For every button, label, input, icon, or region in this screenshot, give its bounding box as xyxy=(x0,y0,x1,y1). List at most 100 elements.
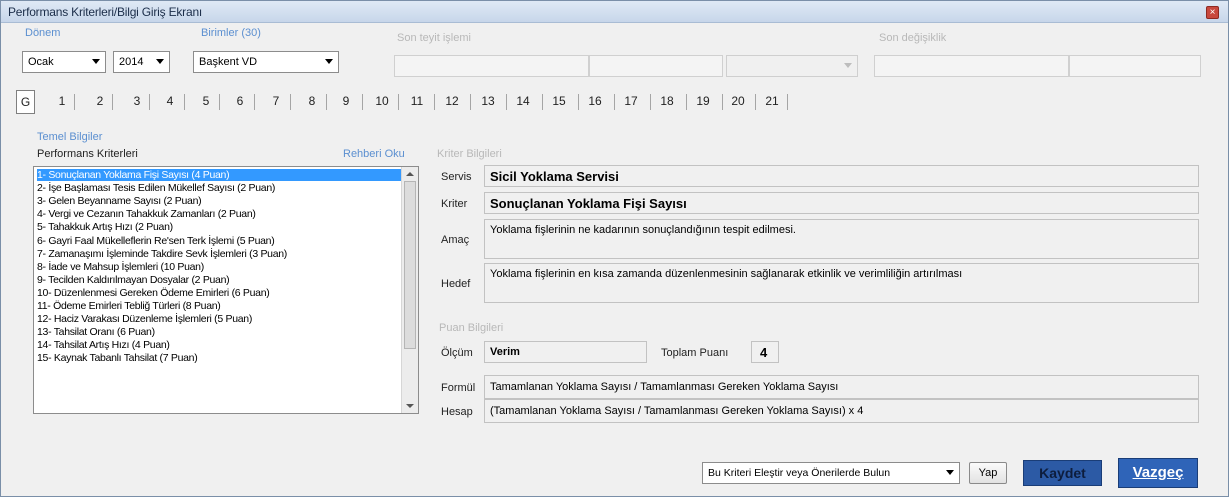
tab-21[interactable]: 21 xyxy=(761,90,783,114)
kriter-bilgileri-label: Kriter Bilgileri xyxy=(437,148,502,160)
olcum-label: Ölçüm xyxy=(441,347,473,359)
tab-divider xyxy=(470,94,471,110)
chevron-down-icon xyxy=(156,59,164,64)
tab-3[interactable]: 3 xyxy=(129,90,145,114)
tab-8[interactable]: 8 xyxy=(304,90,320,114)
tab-18[interactable]: 18 xyxy=(656,90,678,114)
vazgec-button[interactable]: Vazgeç xyxy=(1118,458,1198,488)
tab-divider xyxy=(755,94,756,110)
rehber-link[interactable]: Rehberi Oku xyxy=(343,148,405,160)
list-item[interactable]: 3- Gelen Beyanname Sayısı (2 Puan) xyxy=(37,195,202,207)
tab-divider xyxy=(722,94,723,110)
tab-12[interactable]: 12 xyxy=(441,90,463,114)
tab-7[interactable]: 7 xyxy=(268,90,284,114)
son-degisiklik-field-2 xyxy=(1069,55,1201,77)
tab-13[interactable]: 13 xyxy=(477,90,499,114)
tab-1[interactable]: 1 xyxy=(54,90,70,114)
list-item[interactable]: 15- Kaynak Tabanlı Tahsilat (7 Puan) xyxy=(37,352,198,364)
son-degisiklik-field-1 xyxy=(874,55,1069,77)
chevron-down-icon xyxy=(92,59,100,64)
olcum-value: Verim xyxy=(490,346,520,358)
son-teyit-field-1 xyxy=(394,55,589,77)
performance-criteria-window: Performans Kriterleri/Bilgi Giriş Ekranı… xyxy=(0,0,1229,497)
list-item[interactable]: 6- Gayri Faal Mükelleflerin Re'sen Terk … xyxy=(37,235,275,247)
yap-button[interactable]: Yap xyxy=(969,462,1007,484)
tab-9[interactable]: 9 xyxy=(338,90,354,114)
tab-divider xyxy=(362,94,363,110)
tab-divider xyxy=(686,94,687,110)
year-value: 2014 xyxy=(119,56,144,68)
list-item[interactable]: 14- Tahsilat Artış Hızı (4 Puan) xyxy=(37,339,170,351)
kriter-field: Sonuçlanan Yoklama Fişi Sayısı xyxy=(484,192,1199,214)
tab-6[interactable]: 6 xyxy=(232,90,248,114)
tab-10[interactable]: 10 xyxy=(371,90,393,114)
list-item[interactable]: 5- Tahakkuk Artış Hızı (2 Puan) xyxy=(37,221,173,233)
scroll-thumb[interactable] xyxy=(404,181,416,349)
hedef-label: Hedef xyxy=(441,278,471,290)
tab-5[interactable]: 5 xyxy=(198,90,214,114)
hesap-value: (Tamamlanan Yoklama Sayısı / Tamamlanmas… xyxy=(490,405,864,417)
list-item[interactable]: 7- Zamanaşımı İşleminde Takdire Sevk İşl… xyxy=(37,248,287,260)
tab-20[interactable]: 20 xyxy=(727,90,749,114)
tab-divider xyxy=(149,94,150,110)
tab-divider xyxy=(542,94,543,110)
son-degisiklik-label: Son değişiklik xyxy=(879,32,947,44)
son-teyit-field-2 xyxy=(589,55,723,77)
scroll-down-icon[interactable] xyxy=(406,404,414,408)
list-item[interactable]: 11- Ödeme Emirleri Tebliğ Türleri (8 Pua… xyxy=(37,300,221,312)
birim-select[interactable]: Başkent VD xyxy=(193,51,339,73)
tab-g[interactable]: G xyxy=(16,90,35,114)
list-item[interactable]: 2- İşe Başlaması Tesis Edilen Mükellef S… xyxy=(37,182,275,194)
kriter-label: Kriter xyxy=(441,198,468,210)
tab-divider xyxy=(290,94,291,110)
tab-divider xyxy=(112,94,113,110)
month-value: Ocak xyxy=(28,56,54,68)
close-icon[interactable]: × xyxy=(1206,6,1219,19)
list-header: Performans Kriterleri xyxy=(37,148,138,160)
tab-15[interactable]: 15 xyxy=(548,90,570,114)
tab-divider xyxy=(787,94,788,110)
list-item[interactable]: 10- Düzenlenmesi Gereken Ödeme Emirleri … xyxy=(37,287,270,299)
tab-19[interactable]: 19 xyxy=(692,90,714,114)
tab-11[interactable]: 11 xyxy=(406,90,428,114)
kaydet-button[interactable]: Kaydet xyxy=(1023,460,1102,486)
tab-16[interactable]: 16 xyxy=(584,90,606,114)
scroll-up-icon[interactable] xyxy=(406,172,414,176)
elestir-select[interactable]: Bu Kriteri Eleştir veya Önerilerde Bulun xyxy=(702,462,960,484)
criteria-list[interactable]: 1- Sonuçlanan Yoklama Fişi Sayısı (4 Pua… xyxy=(33,166,419,414)
tab-divider xyxy=(326,94,327,110)
list-item[interactable]: 8- İade ve Mahsup İşlemleri (10 Puan) xyxy=(37,261,204,273)
list-item[interactable]: 1- Sonuçlanan Yoklama Fişi Sayısı (4 Pua… xyxy=(37,169,401,181)
chevron-down-icon xyxy=(844,63,852,68)
list-scrollbar[interactable] xyxy=(401,167,418,413)
tab-divider xyxy=(184,94,185,110)
chevron-down-icon xyxy=(946,470,954,475)
hesap-label: Hesap xyxy=(441,406,473,418)
list-item[interactable]: 9- Tecilden Kaldırılmayan Dosyalar (2 Pu… xyxy=(37,274,230,286)
formul-value: Tamamlanan Yoklama Sayısı / Tamamlanması… xyxy=(490,381,839,393)
month-select[interactable]: Ocak xyxy=(22,51,106,73)
toplam-puan-label: Toplam Puanı xyxy=(661,347,729,359)
list-item[interactable]: 13- Tahsilat Oranı (6 Puan) xyxy=(37,326,155,338)
list-item[interactable]: 4- Vergi ve Cezanın Tahakkuk Zamanları (… xyxy=(37,208,256,220)
olcum-field: Verim xyxy=(484,341,647,363)
chevron-down-icon xyxy=(325,59,333,64)
formul-field: Tamamlanan Yoklama Sayısı / Tamamlanması… xyxy=(484,375,1199,399)
puan-bilgileri-label: Puan Bilgileri xyxy=(439,322,504,334)
formul-label: Formül xyxy=(441,382,476,394)
vazgec-label: Vazgeç xyxy=(1132,464,1184,481)
tab-14[interactable]: 14 xyxy=(512,90,534,114)
hedef-value: Yoklama fişlerinin en kısa zamanda düzen… xyxy=(490,268,963,280)
tab-17[interactable]: 17 xyxy=(620,90,642,114)
servis-label: Servis xyxy=(441,171,472,183)
tab-4[interactable]: 4 xyxy=(162,90,178,114)
son-teyit-select xyxy=(726,55,858,77)
kriter-value: Sonuçlanan Yoklama Fişi Sayısı xyxy=(490,196,687,211)
tab-divider xyxy=(74,94,75,110)
list-item[interactable]: 12- Haciz Varakası Düzenleme İşlemleri (… xyxy=(37,313,252,325)
hedef-field: Yoklama fişlerinin en kısa zamanda düzen… xyxy=(484,263,1199,303)
toplam-puan-value: 4 xyxy=(760,345,768,360)
year-select[interactable]: 2014 xyxy=(113,51,170,73)
amac-field: Yoklama fişlerinin ne kadarının sonuçlan… xyxy=(484,219,1199,259)
tab-2[interactable]: 2 xyxy=(92,90,108,114)
